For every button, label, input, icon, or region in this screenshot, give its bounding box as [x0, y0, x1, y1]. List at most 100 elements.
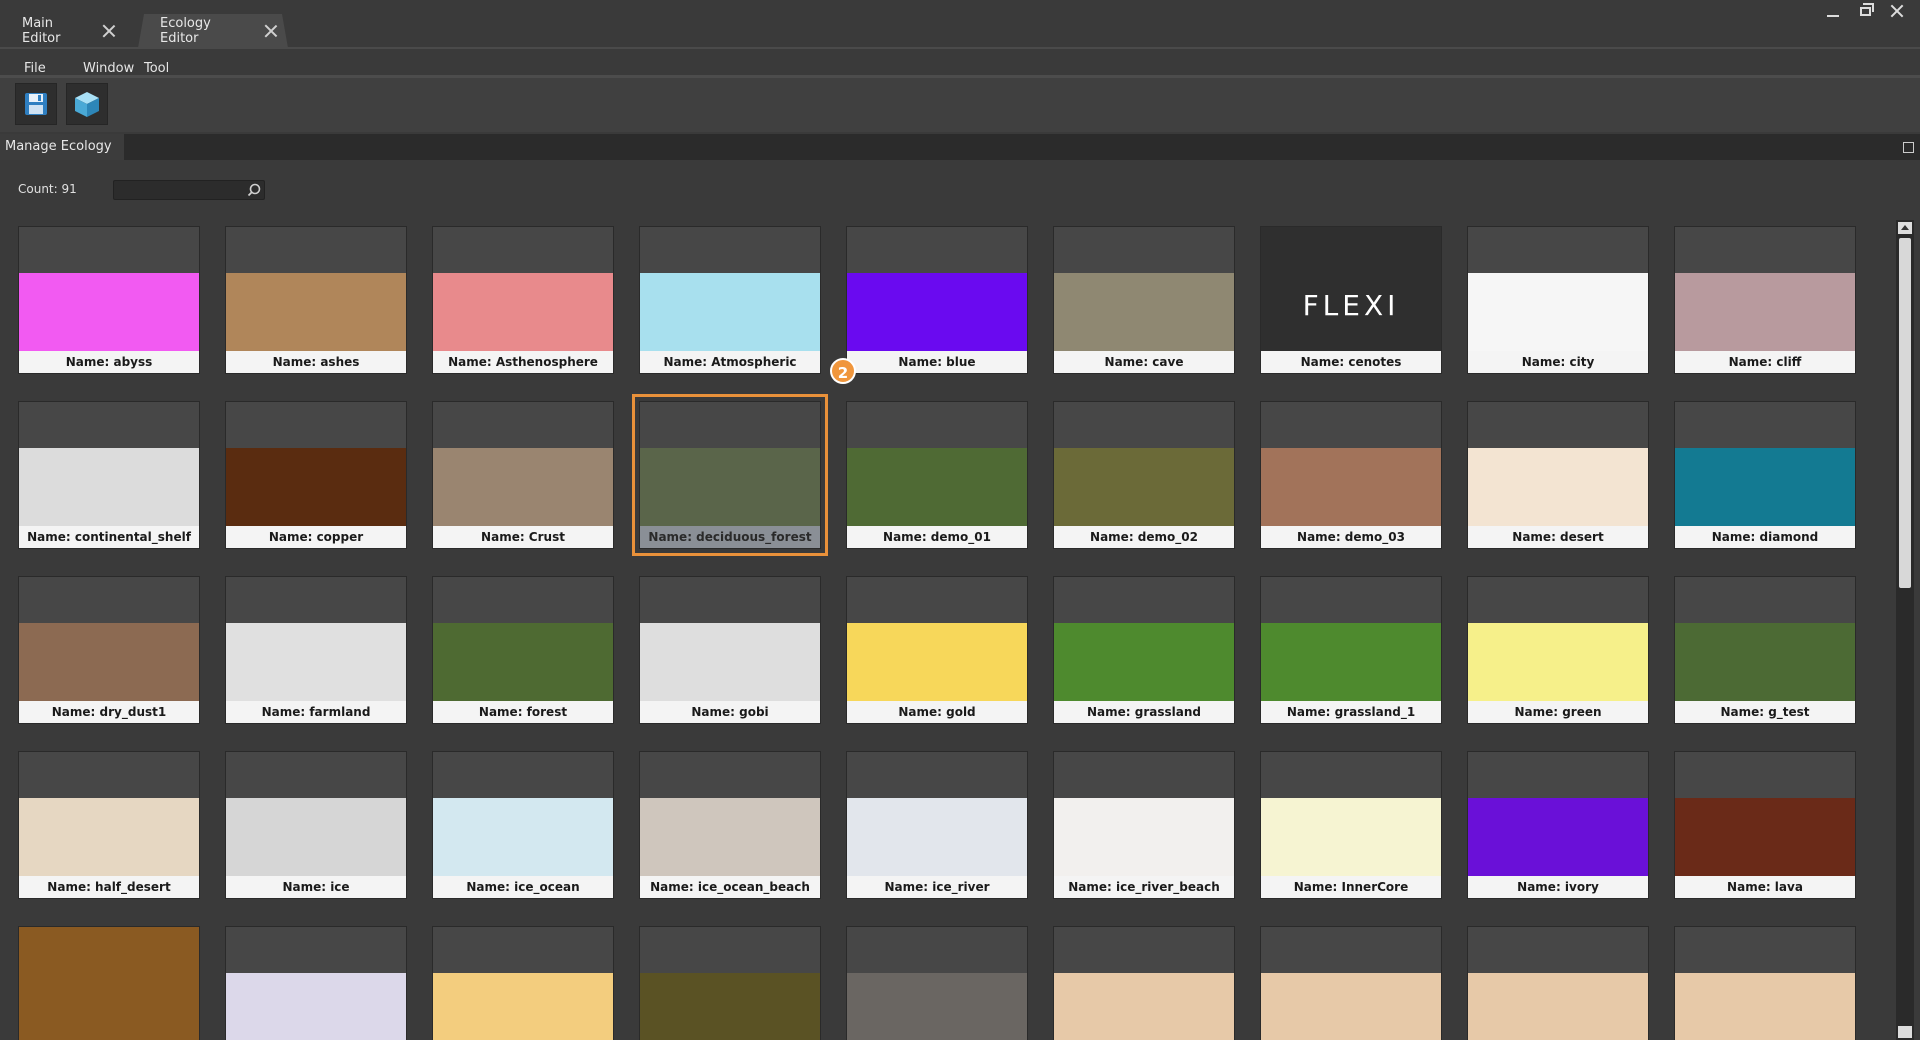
ecology-thumbnail [1054, 752, 1234, 876]
panel-header: Manage Ecology [0, 134, 1920, 160]
ecology-card[interactable]: Name: ice_ocean [432, 751, 614, 899]
close-icon[interactable] [102, 24, 114, 38]
ecology-card[interactable] [18, 926, 200, 1040]
save-button[interactable] [15, 83, 57, 125]
ecology-card[interactable] [1260, 926, 1442, 1040]
ecology-thumbnail [847, 752, 1027, 876]
ecology-card[interactable]: Name: lava [1674, 751, 1856, 899]
search-input[interactable] [113, 180, 265, 200]
ecology-card[interactable] [1467, 926, 1649, 1040]
ecology-card[interactable] [225, 926, 407, 1040]
ecology-thumbnail [1054, 402, 1234, 526]
vertical-scrollbar[interactable] [1896, 220, 1914, 1040]
ecology-thumbnail [1261, 577, 1441, 701]
ecology-thumbnail [1468, 927, 1648, 1040]
flexi-logo: FLEXI [1302, 289, 1400, 322]
ecology-card[interactable]: Name: diamond [1674, 401, 1856, 549]
ecology-name-label: Name: ice [226, 876, 406, 898]
ecology-card[interactable]: Name: cave [1053, 226, 1235, 374]
close-icon[interactable] [264, 24, 278, 38]
ecology-card[interactable]: Name: continental_shelf [18, 401, 200, 549]
minimize-button[interactable] [1818, 0, 1848, 22]
ecology-card[interactable]: Name: copper [225, 401, 407, 549]
tab-main-editor[interactable]: Main Editor [0, 14, 124, 48]
ecology-card[interactable]: Name: grassland_1 [1260, 576, 1442, 724]
close-window-button[interactable] [1882, 0, 1912, 22]
ecology-card[interactable]: Name: InnerCore [1260, 751, 1442, 899]
ecology-card[interactable]: Name: green [1467, 576, 1649, 724]
scroll-down-arrow-icon[interactable] [1898, 1026, 1912, 1038]
ecology-card[interactable]: Name: ashes [225, 226, 407, 374]
ecology-card[interactable]: Name: half_desert [18, 751, 200, 899]
ecology-card[interactable] [432, 926, 614, 1040]
ecology-card[interactable]: Name: abyss [18, 226, 200, 374]
ecology-thumbnail [640, 402, 820, 526]
ecology-name-label: Name: continental_shelf [19, 526, 199, 548]
ecology-name-label: Name: ivory [1468, 876, 1648, 898]
ecology-card[interactable]: Name: deciduous_forest [632, 394, 828, 556]
tab-ecology-editor[interactable]: Ecology Editor [138, 14, 288, 48]
ecology-name-label: Name: ashes [226, 351, 406, 373]
ecology-name-label: Name: dry_dust1 [19, 701, 199, 723]
search-icon[interactable] [246, 182, 262, 198]
ecology-card[interactable]: Name: demo_01 [846, 401, 1028, 549]
ecology-thumbnail [433, 927, 613, 1040]
ecology-card[interactable]: Name: g_test [1674, 576, 1856, 724]
ecology-card[interactable]: Name: farmland [225, 576, 407, 724]
ecology-thumbnail [847, 927, 1027, 1040]
ecology-thumbnail [19, 752, 199, 876]
ecology-thumbnail [640, 227, 820, 351]
tab-label: Ecology Editor [160, 16, 211, 46]
ecology-card[interactable]: Name: ice_ocean_beach [639, 751, 821, 899]
terrain-preview [1468, 973, 1648, 1040]
panel-title[interactable]: Manage Ecology [0, 134, 124, 160]
ecology-card[interactable]: Name: city [1467, 226, 1649, 374]
ecology-card[interactable]: Name: ivory [1467, 751, 1649, 899]
close-icon [1890, 4, 1904, 18]
ecology-name-label: Name: InnerCore [1261, 876, 1441, 898]
ecology-card[interactable]: Name: forest [432, 576, 614, 724]
terrain-preview [19, 623, 199, 701]
ecology-card[interactable]: FLEXI Name: cenotes [1260, 226, 1442, 374]
ecology-card[interactable]: Name: grassland [1053, 576, 1235, 724]
ecology-card[interactable] [846, 926, 1028, 1040]
terrain-preview [847, 273, 1027, 351]
editor-tab-bar: Main Editor Ecology Editor [0, 0, 1920, 62]
terrain-preview [433, 623, 613, 701]
terrain-preview [1468, 448, 1648, 526]
ecology-card[interactable]: Name: Asthenosphere [432, 226, 614, 374]
ecology-card[interactable]: Name: ice_river_beach [1053, 751, 1235, 899]
annotation-badge: 2 [830, 358, 856, 384]
ecology-thumbnail [226, 402, 406, 526]
ecology-card[interactable]: Name: dry_dust1 [18, 576, 200, 724]
ecology-card[interactable]: Name: desert [1467, 401, 1649, 549]
ecology-card[interactable]: Name: demo_03 [1260, 401, 1442, 549]
ecology-thumbnail [433, 402, 613, 526]
save-disk-icon [25, 93, 47, 115]
restore-button[interactable] [1850, 0, 1880, 22]
ecology-card[interactable]: Name: ice_river [846, 751, 1028, 899]
ecology-cube-button[interactable] [66, 83, 108, 125]
ecology-card[interactable] [639, 926, 821, 1040]
ecology-thumbnail [1468, 227, 1648, 351]
pin-icon[interactable] [1903, 142, 1914, 153]
scrollbar-thumb[interactable] [1899, 238, 1911, 588]
ecology-name-label: Name: Asthenosphere [433, 351, 613, 373]
terrain-preview [226, 273, 406, 351]
ecology-card[interactable]: Name: blue [846, 226, 1028, 374]
ecology-card[interactable] [1674, 926, 1856, 1040]
ecology-card[interactable]: Name: Crust [432, 401, 614, 549]
terrain-preview [226, 798, 406, 876]
ecology-card[interactable]: Name: demo_02 [1053, 401, 1235, 549]
ecology-card[interactable]: Name: Atmospheric [639, 226, 821, 374]
terrain-preview [640, 273, 820, 351]
ecology-card[interactable]: Name: cliff [1674, 226, 1856, 374]
ecology-name-label: Name: green [1468, 701, 1648, 723]
ecology-card[interactable]: Name: gold [846, 576, 1028, 724]
ecology-panel: Count: 91 Name: abyss Name: ashes Name: As… [0, 160, 1920, 1040]
ecology-card[interactable]: Name: ice [225, 751, 407, 899]
ecology-card[interactable] [1053, 926, 1235, 1040]
scroll-up-arrow-icon[interactable] [1898, 222, 1912, 234]
ecology-card[interactable]: Name: gobi [639, 576, 821, 724]
ecology-thumbnail [1054, 227, 1234, 351]
